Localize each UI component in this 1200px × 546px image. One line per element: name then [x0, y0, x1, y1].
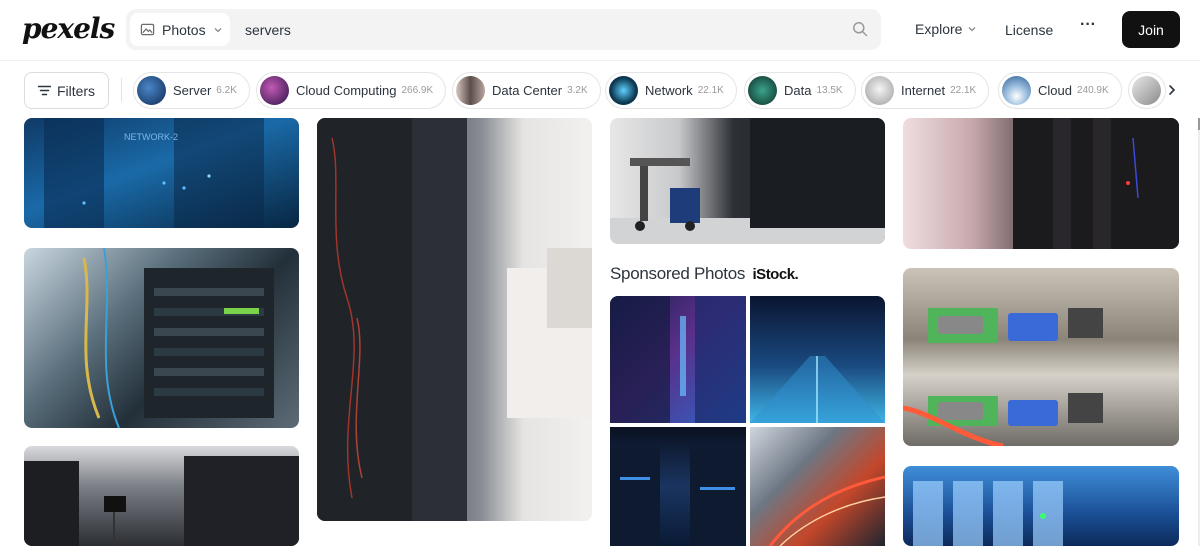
photo-art — [903, 308, 1103, 446]
chip-data-center[interactable]: Data Center 3.2K — [452, 72, 601, 109]
nav-explore[interactable]: Explore — [915, 21, 977, 37]
filter-divider — [121, 78, 122, 102]
photo-server-back-panel[interactable] — [903, 268, 1179, 446]
sponsored-photo-4[interactable] — [750, 427, 885, 546]
chip-internet[interactable]: Internet 22.1K — [861, 72, 990, 109]
nav-explore-label: Explore — [915, 21, 963, 37]
photo-server-row-perspective[interactable] — [903, 118, 1179, 249]
photo-server-cabinets-corridor[interactable] — [317, 118, 592, 521]
chip-count: 13.5K — [816, 85, 843, 96]
filters-label: Filters — [56, 82, 96, 99]
chip-thumbnail — [260, 76, 289, 105]
chip-thumbnail — [1002, 76, 1031, 105]
chip-count: 240.9K — [1076, 85, 1109, 96]
chip-label: Data — [784, 83, 812, 98]
search-type-dropdown[interactable]: Photos — [130, 13, 230, 46]
sponsored-title-text: Sponsored Photos — [610, 264, 746, 283]
photo-art — [24, 456, 299, 546]
join-button[interactable]: Join — [1122, 11, 1180, 48]
image-icon — [140, 23, 155, 36]
chevron-down-icon — [214, 27, 222, 32]
chevron-down-icon — [969, 27, 976, 32]
sponsored-photo-2[interactable] — [750, 296, 885, 423]
sponsored-photo-1[interactable] — [610, 296, 746, 423]
search-bar: Photos — [126, 9, 881, 50]
chip-cloud-computing[interactable]: Cloud Computing 266.9K — [256, 72, 447, 109]
chip-thumbnail — [1132, 76, 1161, 105]
chip-count: 3.2K — [567, 85, 588, 96]
search-type-label: Photos — [162, 21, 206, 38]
istock-logo[interactable]: iStock. — [753, 266, 799, 283]
chip-thumbnail — [456, 76, 485, 105]
photo-blue-server-cases[interactable] — [903, 466, 1179, 546]
photo-art — [768, 475, 885, 546]
chip-label: Server — [173, 83, 212, 98]
chip-label: Internet — [901, 83, 946, 98]
filter-row: Filters Server 6.2K Cloud Computing 266.… — [0, 60, 1200, 118]
chip-thumbnail — [609, 76, 638, 105]
chip-label: Data Center — [492, 83, 563, 98]
chip-count: 22.1K — [697, 85, 724, 96]
chip-count: 266.9K — [401, 85, 434, 96]
search-input[interactable] — [238, 15, 818, 44]
pexels-logo[interactable]: pexels — [22, 12, 115, 45]
photo-art — [610, 118, 885, 244]
chip-label: Cloud Computing — [296, 83, 397, 98]
search-icon[interactable] — [852, 21, 868, 37]
photo-cart-in-datacenter[interactable] — [610, 118, 885, 244]
chip-thumbnail — [865, 76, 894, 105]
photo-server-racks-cables[interactable] — [24, 248, 299, 428]
chip-label: Network — [645, 83, 693, 98]
photo-art — [317, 118, 592, 521]
sponsored-heading: Sponsored Photos iStock. — [610, 264, 799, 284]
nav-license[interactable]: License — [1005, 22, 1053, 38]
photo-art — [610, 447, 746, 546]
chip-network[interactable]: Network 22.1K — [605, 72, 737, 109]
chip-data[interactable]: Data 13.5K — [744, 72, 856, 109]
filter-lines-icon — [37, 85, 51, 96]
photo-overlay-text: NETWORK-2 — [124, 132, 178, 142]
chip-thumbnail — [748, 76, 777, 105]
chip-label: Cloud — [1038, 83, 1072, 98]
photo-art — [750, 356, 885, 423]
filters-button[interactable]: Filters — [24, 72, 109, 109]
photo-art — [82, 248, 274, 428]
chip-thumbnail — [137, 76, 166, 105]
photo-art — [610, 296, 746, 423]
photo-datacenter-aisle[interactable] — [24, 446, 299, 546]
chip-count: 6.2K — [216, 85, 237, 96]
more-options-button[interactable]: ··· — [1080, 16, 1096, 34]
top-header: pexels Photos Explore License ··· Join — [0, 0, 1200, 60]
photo-art: NETWORK-2 — [44, 118, 264, 228]
sponsored-photo-3[interactable] — [610, 427, 746, 546]
photo-art — [913, 481, 1063, 546]
scroll-chips-right-button[interactable] — [1160, 78, 1184, 102]
chip-count: 22.1K — [950, 85, 977, 96]
chip-server[interactable]: Server 6.2K — [133, 72, 250, 109]
photo-network-rack[interactable]: NETWORK-2 — [24, 118, 299, 228]
chip-cloud[interactable]: Cloud 240.9K — [998, 72, 1122, 109]
photo-art — [1013, 118, 1179, 249]
chevron-right-icon — [1169, 85, 1176, 95]
